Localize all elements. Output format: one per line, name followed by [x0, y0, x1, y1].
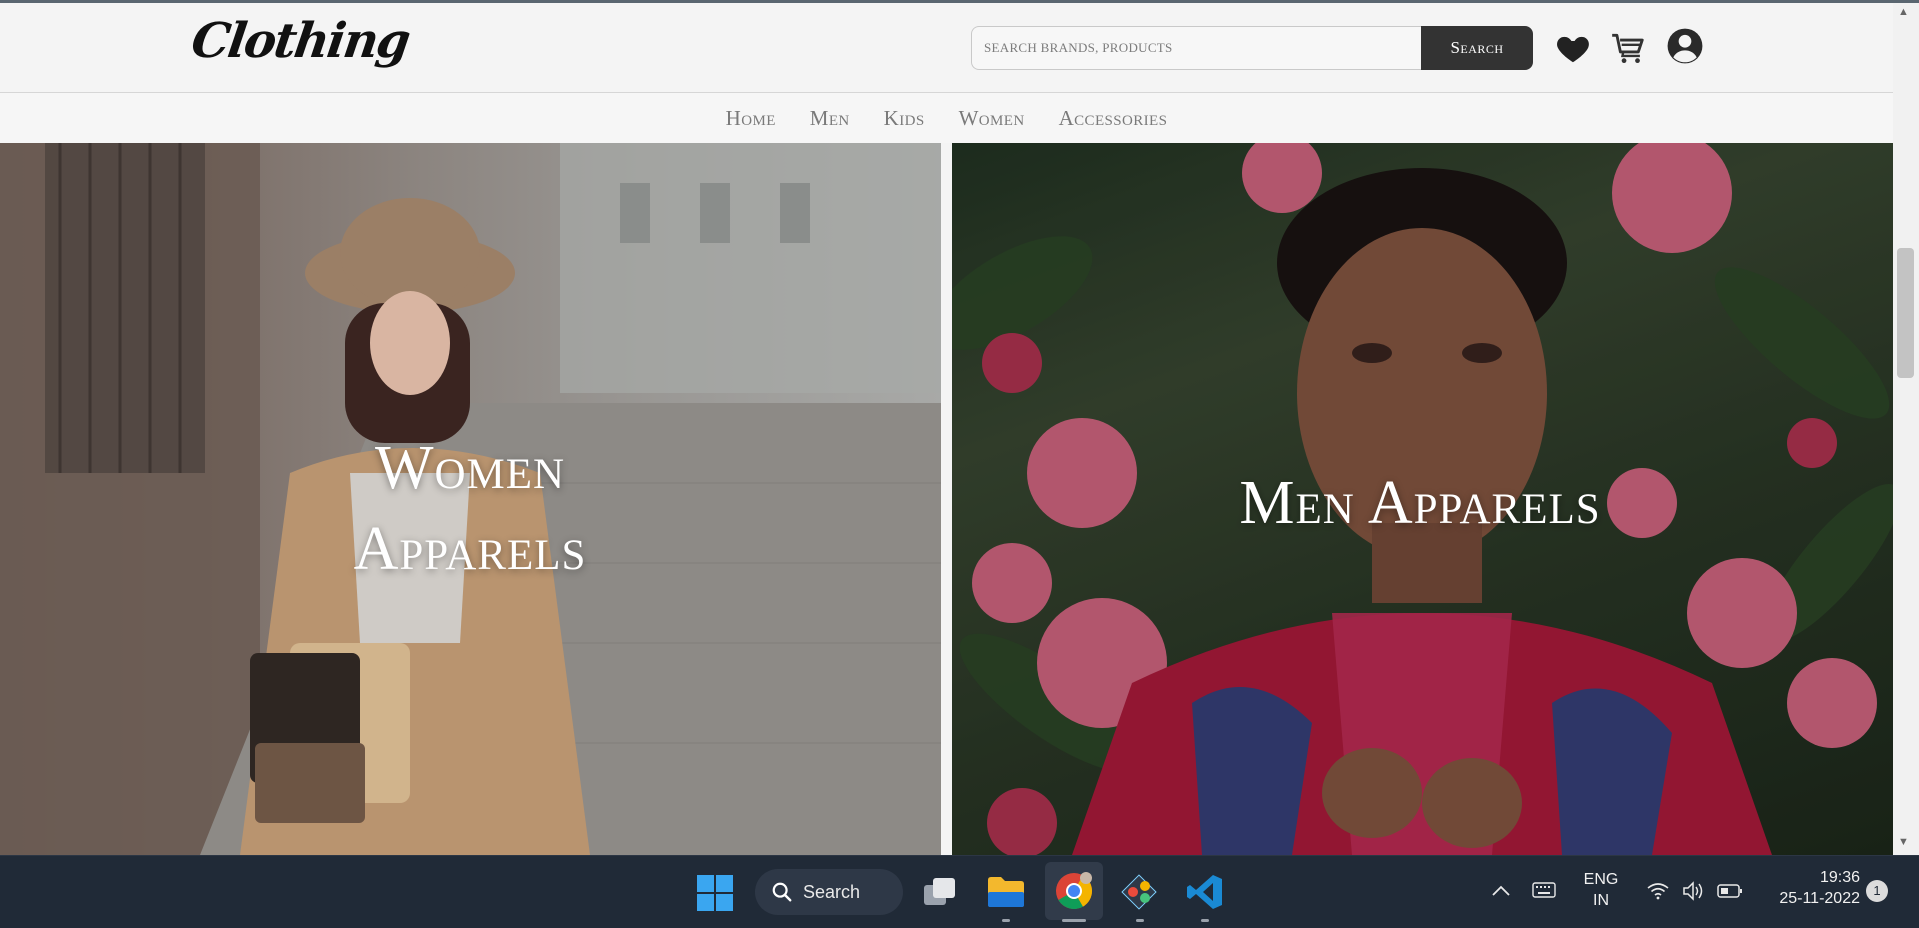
- task-view-icon[interactable]: [922, 875, 958, 909]
- panel-divider: [941, 143, 952, 855]
- search-icon: [772, 882, 792, 902]
- region-code: IN: [1593, 891, 1609, 909]
- taskbar-search-label: Search: [803, 881, 861, 902]
- women-title-line-2: Apparels: [353, 514, 587, 583]
- clock-date: 25-11-2022: [1779, 889, 1860, 907]
- windows-start-icon[interactable]: [697, 875, 733, 911]
- clock-time: 19:36: [1819, 869, 1860, 886]
- site-logo[interactable]: Clothing: [188, 13, 412, 69]
- battery-icon[interactable]: [1717, 883, 1743, 899]
- wifi-icon[interactable]: [1647, 882, 1669, 900]
- file-explorer-icon[interactable]: [987, 874, 1025, 908]
- git-app-running-indicator: [1136, 919, 1144, 922]
- scrollbar-thumb[interactable]: [1897, 248, 1914, 378]
- language-code: ENG: [1583, 871, 1619, 888]
- women-apparels-title: Women Apparels: [310, 428, 630, 589]
- site-header: Clothing Search: [0, 3, 1893, 93]
- search-input[interactable]: [971, 26, 1423, 70]
- men-apparels-banner[interactable]: Men Apparels: [952, 143, 1893, 855]
- language-indicator[interactable]: ENG IN: [1578, 870, 1624, 912]
- page-scrollbar[interactable]: [1893, 3, 1919, 855]
- chrome-icon[interactable]: [1055, 872, 1093, 910]
- vscode-icon[interactable]: [1186, 873, 1224, 911]
- user-account-icon[interactable]: [1666, 27, 1704, 65]
- file-explorer-running-indicator: [1002, 919, 1010, 922]
- shopping-cart-icon[interactable]: [1609, 29, 1647, 67]
- women-title-line-1: Women: [374, 434, 566, 502]
- nav-men[interactable]: Men: [810, 106, 850, 131]
- women-apparels-banner[interactable]: Women Apparels: [0, 143, 941, 855]
- main-navigation: Home Men Kids Women Accessories: [0, 93, 1893, 145]
- nav-kids[interactable]: Kids: [884, 106, 925, 131]
- nav-accessories[interactable]: Accessories: [1059, 106, 1168, 131]
- search-button[interactable]: Search: [1421, 26, 1533, 70]
- keyboard-icon[interactable]: [1532, 882, 1556, 898]
- men-apparels-title: Men Apparels: [1239, 469, 1601, 537]
- scroll-up-arrow-icon[interactable]: ▲: [1898, 6, 1909, 18]
- chevron-up-icon[interactable]: [1492, 884, 1510, 896]
- wishlist-heart-icon[interactable]: [1554, 29, 1592, 67]
- scroll-down-arrow-icon[interactable]: ▼: [1898, 836, 1909, 848]
- volume-icon[interactable]: [1682, 881, 1706, 901]
- nav-home[interactable]: Home: [726, 106, 776, 131]
- taskbar-search[interactable]: Search: [755, 869, 903, 915]
- chrome-active-indicator: [1062, 919, 1086, 922]
- notification-badge[interactable]: 1: [1866, 880, 1888, 902]
- vscode-running-indicator: [1201, 919, 1209, 922]
- clock[interactable]: 19:36 25-11-2022: [1760, 868, 1860, 910]
- windows-taskbar: Search ENG IN 19:36 25-11-2022 1: [0, 855, 1919, 928]
- git-app-icon[interactable]: [1120, 873, 1158, 911]
- nav-women[interactable]: Women: [959, 106, 1025, 131]
